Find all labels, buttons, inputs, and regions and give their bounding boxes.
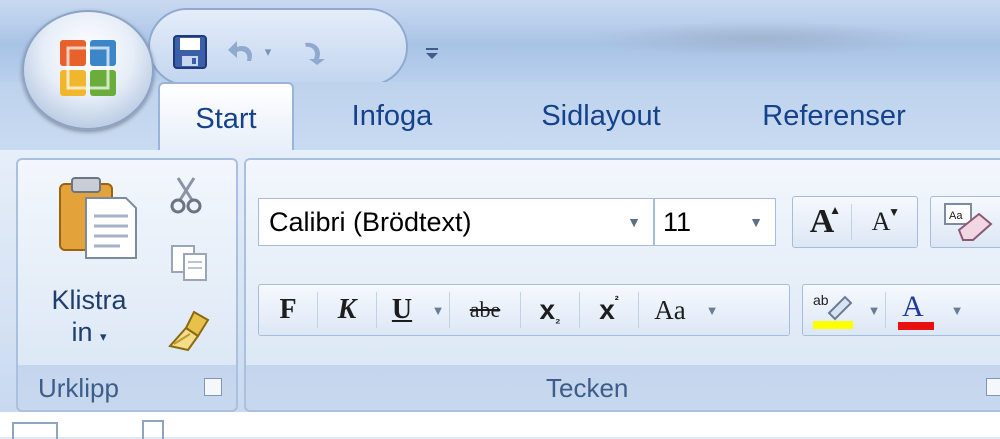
change-case-icon: Aa	[654, 294, 686, 325]
italic-button[interactable]: K	[318, 285, 376, 335]
font-color-dropdown-icon[interactable]: ▼	[946, 303, 968, 318]
shrink-caret-icon: ▼	[888, 205, 900, 219]
paste-label-text: in	[71, 317, 93, 347]
underline-icon: U	[391, 294, 413, 325]
quick-access-toolbar: ▾	[148, 8, 438, 86]
superscript-icon: x	[599, 294, 615, 325]
font-size-dropdown-icon: ▼	[749, 214, 763, 230]
highlight-dropdown-icon[interactable]: ▼	[863, 303, 885, 318]
font-name-value: Calibri (Brödtext)	[269, 206, 472, 237]
font-color-button[interactable]: A	[886, 285, 946, 335]
window-title-blurred	[590, 22, 930, 56]
save-icon	[173, 35, 207, 69]
customize-qat-icon	[426, 48, 438, 59]
font-dialog-launcher[interactable]	[986, 378, 1000, 396]
undo-dropdown-arrow[interactable]: ▾	[258, 30, 278, 74]
ribbon-panel: Klistra in ▾ Urklipp Calibri (Brödtext) …	[0, 150, 1000, 412]
bold-icon: F	[279, 294, 297, 325]
grow-font-button[interactable]: A ▲	[793, 197, 851, 247]
svg-text:Aa: Aa	[949, 210, 963, 222]
font-size-value: 11	[663, 206, 692, 237]
subscript-icon: x	[539, 294, 556, 325]
underline-dropdown-icon[interactable]: ▼	[427, 303, 449, 318]
strikethrough-icon: abe	[469, 297, 501, 322]
italic-icon: K	[337, 294, 357, 325]
copy-button[interactable]	[168, 242, 212, 282]
office-logo-icon	[60, 40, 116, 96]
subscript-marker: ₂	[555, 312, 561, 326]
clear-formatting-icon: Aa	[944, 203, 993, 241]
format-buttons-row: F K U ▼ abe x₂ x² Aa ▼	[258, 284, 790, 336]
color-buttons-row: ab ▼ A ▼	[802, 284, 1000, 336]
format-painter-icon	[168, 310, 210, 352]
paste-label: Klistra in ▾	[28, 284, 150, 353]
svg-text:A: A	[902, 290, 924, 323]
font-color-icon: A	[898, 290, 934, 330]
paste-button[interactable]: Klistra in ▾	[28, 166, 148, 352]
font-name-combobox[interactable]: Calibri (Brödtext) ▼	[258, 198, 654, 246]
change-case-button[interactable]: Aa	[639, 285, 701, 335]
cut-button[interactable]	[168, 174, 208, 214]
strikethrough-button[interactable]: abe	[450, 285, 520, 335]
save-button[interactable]	[168, 30, 212, 74]
grow-caret-icon: ▲	[829, 203, 841, 217]
copy-icon	[171, 245, 207, 281]
ruler-marker-icon	[142, 420, 164, 439]
ruler-box-icon	[12, 422, 58, 439]
superscript-button[interactable]: x²	[580, 285, 638, 335]
tab-referenser[interactable]: Referenser	[736, 82, 932, 150]
office-button[interactable]	[22, 10, 154, 130]
tab-start[interactable]: Start	[158, 82, 294, 154]
font-group-label: Tecken	[546, 373, 629, 403]
highlight-button[interactable]: ab	[803, 285, 863, 335]
paste-label-line1: Klistra	[51, 285, 127, 315]
highlighter-icon: ab	[813, 292, 853, 329]
svg-text:ab: ab	[813, 292, 829, 308]
font-name-dropdown-icon: ▼	[627, 214, 641, 230]
change-case-dropdown-icon[interactable]: ▼	[701, 303, 723, 318]
subscript-button[interactable]: x₂	[521, 285, 579, 335]
bold-button[interactable]: F	[259, 285, 317, 335]
customize-qat-button[interactable]	[420, 30, 444, 74]
clipboard-dialog-launcher[interactable]	[204, 378, 222, 396]
tab-infoga[interactable]: Infoga	[322, 82, 462, 150]
shrink-font-button[interactable]: A ▼	[852, 197, 910, 247]
redo-icon	[305, 42, 325, 65]
clear-formatting-button[interactable]: Aa	[930, 196, 1000, 248]
clipboard-group: Klistra in ▾ Urklipp	[16, 158, 238, 412]
redo-button[interactable]	[290, 30, 334, 74]
format-painter-button[interactable]	[164, 306, 214, 354]
grow-shrink-font-group: A ▲ A ▼	[792, 196, 918, 248]
underline-button[interactable]: U	[377, 285, 427, 335]
tab-sidlayout[interactable]: Sidlayout	[514, 82, 688, 150]
scissors-icon	[170, 177, 202, 214]
paste-clipboard-icon	[59, 177, 137, 259]
font-size-combobox[interactable]: 11 ▼	[654, 198, 776, 246]
superscript-marker: ²	[614, 293, 619, 307]
font-group: Calibri (Brödtext) ▼ 11 ▼ A ▲ A ▼ Aa F K…	[244, 158, 1000, 412]
paste-label-line2: in ▾	[28, 316, 150, 353]
undo-icon	[228, 41, 253, 61]
document-area-strip	[0, 412, 1000, 439]
paste-dropdown-icon: ▾	[100, 329, 107, 344]
